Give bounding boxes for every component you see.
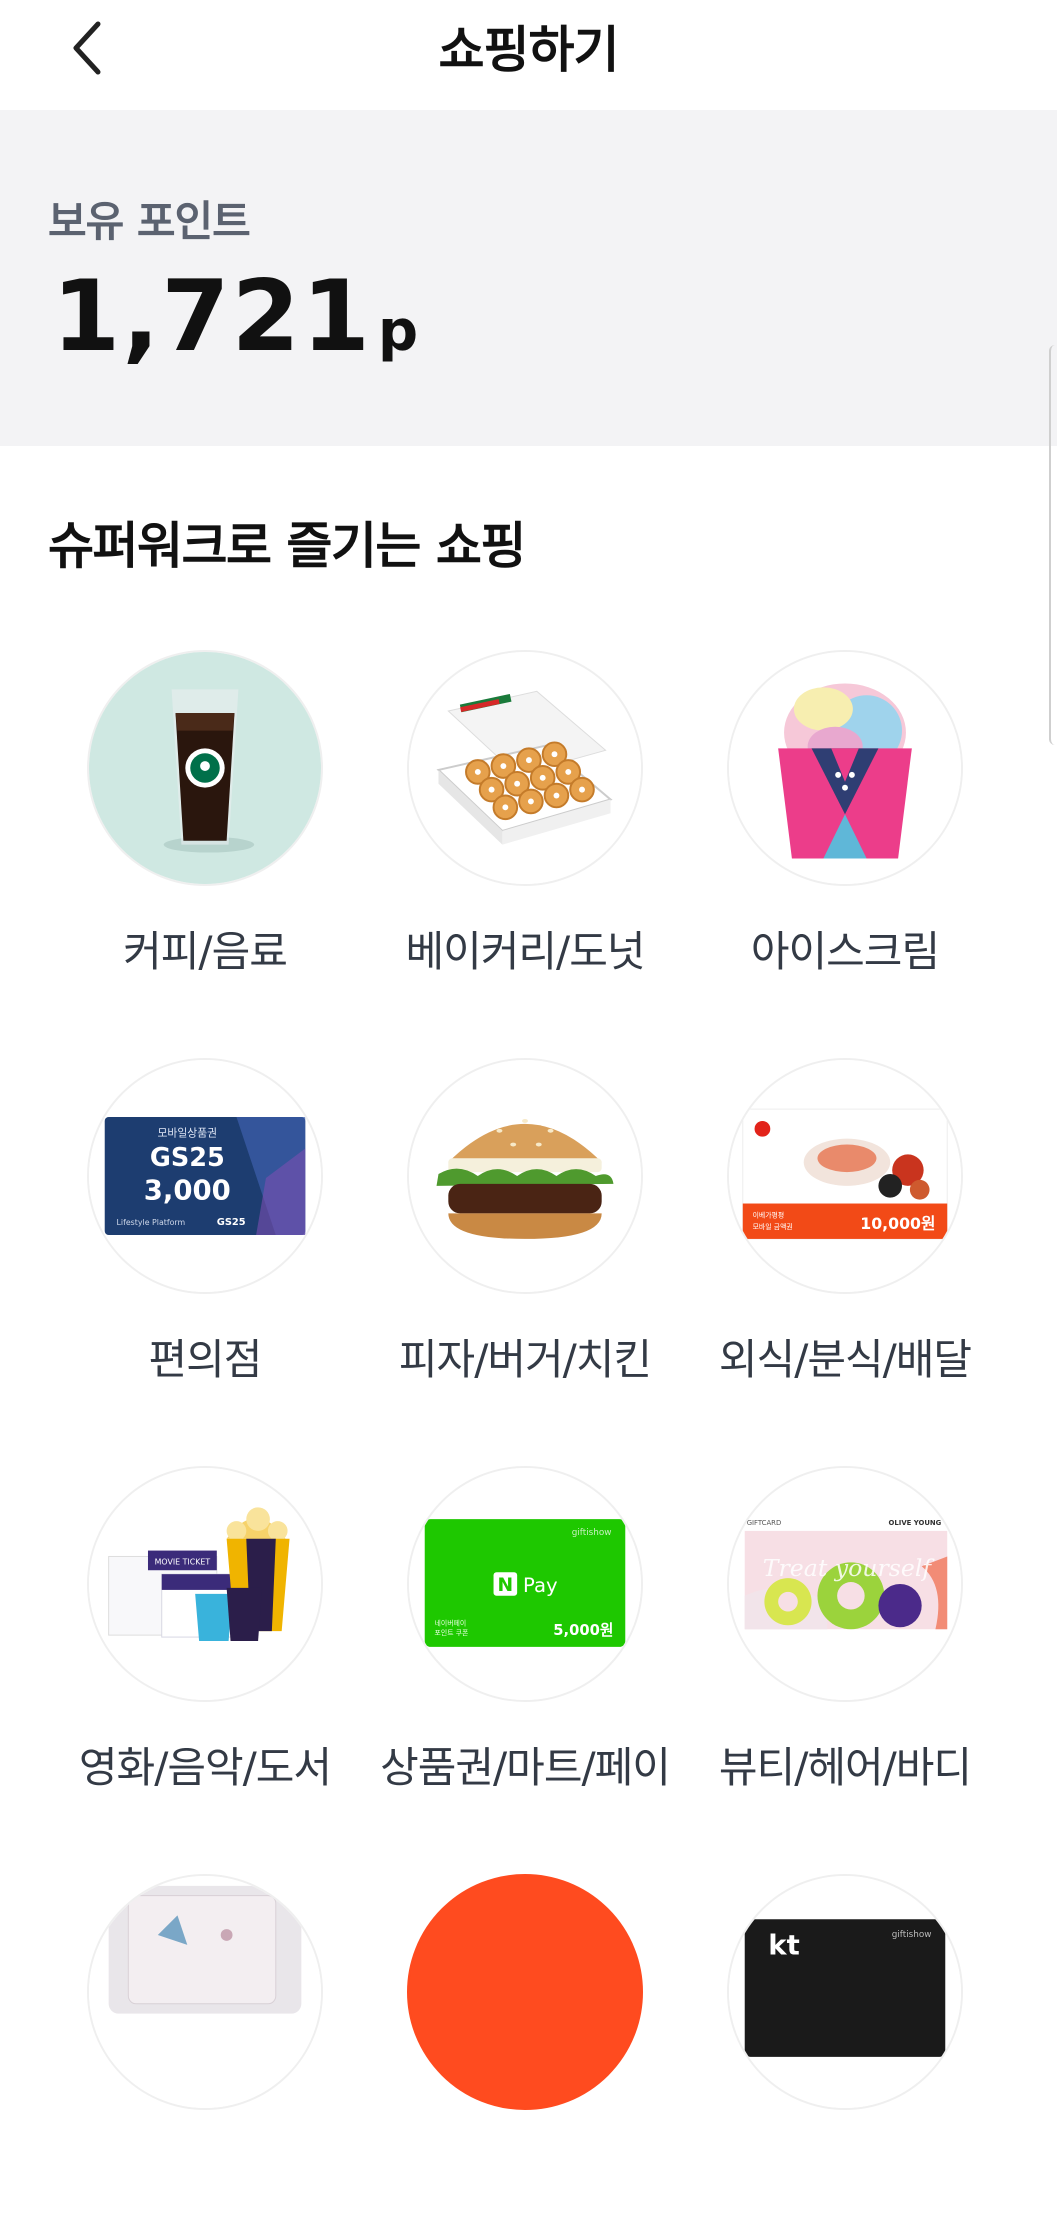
category-image-icecream <box>727 650 963 886</box>
category-image-convenience-store: 모바일상품권 GS25 3,000 Lifestyle Platform GS2… <box>87 1058 323 1294</box>
restaurant-voucher-icon: 이베가평평 모바일 금액권 10,000원 <box>729 1060 961 1292</box>
svg-text:Lifestyle Platform: Lifestyle Platform <box>117 1218 186 1227</box>
svg-text:giftishow: giftishow <box>572 1528 612 1538</box>
category-dining-delivery[interactable]: 이베가평평 모바일 금액권 10,000원 외식/분식/배달 <box>685 1058 1005 1418</box>
category-row4-middle[interactable] <box>365 1874 685 2234</box>
svg-text:10,000원: 10,000원 <box>860 1214 935 1233</box>
category-label: 피자/버거/치킨 <box>398 1335 652 1384</box>
category-label: 커피/음료 <box>123 927 288 976</box>
category-label: 상품권/마트/페이 <box>380 1743 671 1792</box>
iced-coffee-icon <box>89 652 321 884</box>
category-pizza-burger-chicken[interactable]: 피자/버거/치킨 <box>365 1058 685 1418</box>
donut-box-icon <box>409 652 641 884</box>
category-image-movie: MOVIE TICKET <box>87 1466 323 1702</box>
svg-text:MOVIE TICKET: MOVIE TICKET <box>155 1557 211 1566</box>
category-row4-right[interactable]: kt giftishow <box>685 1874 1005 2234</box>
svg-text:이베가평평: 이베가평평 <box>753 1210 785 1219</box>
svg-text:3,000: 3,000 <box>144 1175 231 1207</box>
scrollbar[interactable] <box>1049 345 1057 745</box>
category-convenience-store[interactable]: 모바일상품권 GS25 3,000 Lifestyle Platform GS2… <box>45 1058 365 1418</box>
category-icecream[interactable]: 아이스크림 <box>685 650 1005 1010</box>
naver-pay-card-icon: giftishow N Pay 네이버페이 포인트 쿠폰 5,000원 <box>409 1468 641 1700</box>
category-image-dining: 이베가평평 모바일 금액권 10,000원 <box>727 1058 963 1294</box>
category-movie-music-books[interactable]: MOVIE TICKET 영화/음악/도서 <box>45 1466 365 1826</box>
category-beauty-hair-body[interactable]: GIFTCARD OLIVE YOUNG Treat yourself 뷰티/헤… <box>685 1466 1005 1826</box>
category-image-phone-case <box>87 1874 323 2110</box>
red-circle-icon <box>409 1876 641 2108</box>
category-image-bakery <box>407 650 643 886</box>
svg-text:5,000원: 5,000원 <box>553 1622 613 1639</box>
category-image-naverpay: giftishow N Pay 네이버페이 포인트 쿠폰 5,000원 <box>407 1466 643 1702</box>
svg-text:Treat yourself: Treat yourself <box>763 1554 936 1582</box>
category-label: 뷰티/헤어/바디 <box>718 1743 972 1792</box>
svg-text:GIFTCARD: GIFTCARD <box>747 1519 782 1527</box>
svg-text:OLIVE YOUNG: OLIVE YOUNG <box>889 1519 942 1527</box>
category-gift-mart-pay[interactable]: giftishow N Pay 네이버페이 포인트 쿠폰 5,000원 상품권/… <box>365 1466 685 1826</box>
olive-young-giftcard-icon: GIFTCARD OLIVE YOUNG Treat yourself <box>729 1468 961 1700</box>
svg-text:포인트 쿠폰: 포인트 쿠폰 <box>435 1628 469 1637</box>
svg-text:giftishow: giftishow <box>892 1930 932 1940</box>
category-label: 영화/음악/도서 <box>78 1743 332 1792</box>
category-image-coffee <box>87 650 323 886</box>
category-label: 편의점 <box>148 1335 263 1384</box>
svg-text:모바일 금액권: 모바일 금액권 <box>753 1222 793 1231</box>
svg-text:kt: kt <box>768 1930 799 1962</box>
category-row4-left[interactable] <box>45 1874 365 2234</box>
kt-giftcard-icon: kt giftishow <box>729 1876 961 2108</box>
svg-text:네이버페이: 네이버페이 <box>435 1618 467 1627</box>
category-image-burger <box>407 1058 643 1294</box>
burger-icon <box>409 1060 641 1292</box>
category-grid: 커피/음료 베이커리/도넛 아이스크림 모바일상품권 GS25 3,000 Li… <box>0 0 1057 2110</box>
category-coffee[interactable]: 커피/음료 <box>45 650 365 1010</box>
phone-case-icon <box>89 1876 321 2108</box>
movie-ticket-popcorn-icon: MOVIE TICKET <box>89 1468 321 1700</box>
svg-text:Pay: Pay <box>523 1574 558 1597</box>
ice-cream-cup-icon <box>729 652 961 884</box>
svg-text:모바일상품권: 모바일상품권 <box>158 1126 218 1140</box>
category-label: 외식/분식/배달 <box>718 1335 972 1384</box>
category-label: 베이커리/도넛 <box>405 927 646 976</box>
category-image-beauty: GIFTCARD OLIVE YOUNG Treat yourself <box>727 1466 963 1702</box>
gs25-giftcard-icon: 모바일상품권 GS25 3,000 Lifestyle Platform GS2… <box>89 1060 321 1292</box>
svg-text:GS25: GS25 <box>150 1143 225 1173</box>
category-label: 아이스크림 <box>750 927 940 976</box>
svg-text:N: N <box>498 1575 514 1596</box>
category-image-kt: kt giftishow <box>727 1874 963 2110</box>
svg-text:GS25: GS25 <box>217 1217 246 1228</box>
category-image-red <box>407 1874 643 2110</box>
category-bakery[interactable]: 베이커리/도넛 <box>365 650 685 1010</box>
